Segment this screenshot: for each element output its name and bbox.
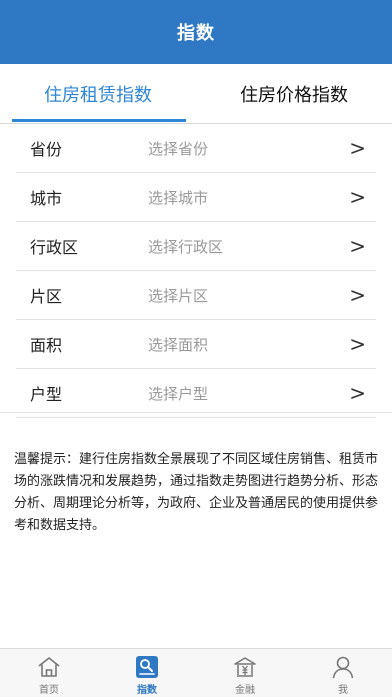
tab-rental-index[interactable]: 住房租赁指数 — [0, 64, 196, 124]
home-icon — [38, 657, 60, 677]
tab-rental-index-label: 住房租赁指数 — [44, 85, 152, 106]
tab-price-index[interactable]: 住房价格指数 — [196, 64, 392, 124]
city-selector[interactable]: 城市 选择城市 > — [16, 173, 376, 222]
layout-placeholder: 选择户型 — [148, 384, 209, 403]
chevron-right-icon: > — [349, 381, 366, 405]
chevron-right-icon: > — [349, 234, 366, 258]
province-label: 省份 — [30, 140, 63, 159]
bottom-tab-bar: 首页 指数 金融 我 — [0, 648, 392, 697]
tabbar-label-index: 指数 — [137, 685, 157, 696]
active-tab-indicator — [12, 119, 186, 122]
district-selector[interactable]: 行政区 选择行政区 > — [16, 222, 376, 271]
tabbar-item-index[interactable]: 指数 — [98, 649, 196, 697]
floor-area-placeholder: 选择面积 — [148, 335, 209, 354]
area-zone-placeholder: 选择片区 — [148, 286, 209, 305]
layout-selector[interactable]: 户型 选择户型 > — [16, 369, 376, 418]
tab-price-index-label: 住房价格指数 — [240, 85, 348, 106]
chevron-right-icon: > — [349, 332, 366, 356]
finance-icon — [234, 657, 256, 677]
area-zone-selector[interactable]: 片区 选择片区 > — [16, 271, 376, 320]
city-label: 城市 — [30, 189, 63, 208]
floor-area-selector[interactable]: 面积 选择面积 > — [16, 320, 376, 369]
tabbar-item-me[interactable]: 我 — [294, 649, 392, 697]
area-zone-label: 片区 — [30, 287, 63, 306]
layout-label: 户型 — [30, 385, 63, 404]
district-placeholder: 选择行政区 — [148, 237, 224, 256]
chevron-right-icon: > — [349, 283, 366, 307]
tabbar-label-finance: 金融 — [235, 685, 255, 696]
city-placeholder: 选择城市 — [148, 188, 209, 207]
province-selector[interactable]: 省份 选择省份 > — [16, 124, 376, 173]
tabbar-label-me: 我 — [338, 685, 348, 696]
province-placeholder: 选择省份 — [148, 139, 209, 158]
filter-form: 省份 选择省份 > 城市 选择城市 > 行政区 选择行政区 > 片区 选择片区 … — [16, 124, 376, 418]
index-type-tabs: 住房租赁指数 住房价格指数 — [0, 64, 392, 124]
chevron-right-icon: > — [349, 136, 366, 160]
floor-area-label: 面积 — [30, 336, 63, 355]
chevron-right-icon: > — [349, 185, 366, 209]
section-divider — [0, 412, 392, 413]
tabbar-item-home[interactable]: 首页 — [0, 649, 98, 697]
navigation-bar: 指数 — [0, 0, 392, 64]
tip-text: 温馨提示：建行住房指数全景展现了不同区域住房销售、租赁市场的涨跌情况和发展趋势，… — [14, 452, 379, 533]
tabbar-label-home: 首页 — [39, 685, 59, 696]
tabbar-item-finance[interactable]: 金融 — [196, 649, 294, 697]
page-title: 指数 — [177, 23, 215, 44]
index-icon — [136, 656, 158, 678]
district-label: 行政区 — [30, 238, 79, 257]
user-icon — [332, 656, 354, 679]
